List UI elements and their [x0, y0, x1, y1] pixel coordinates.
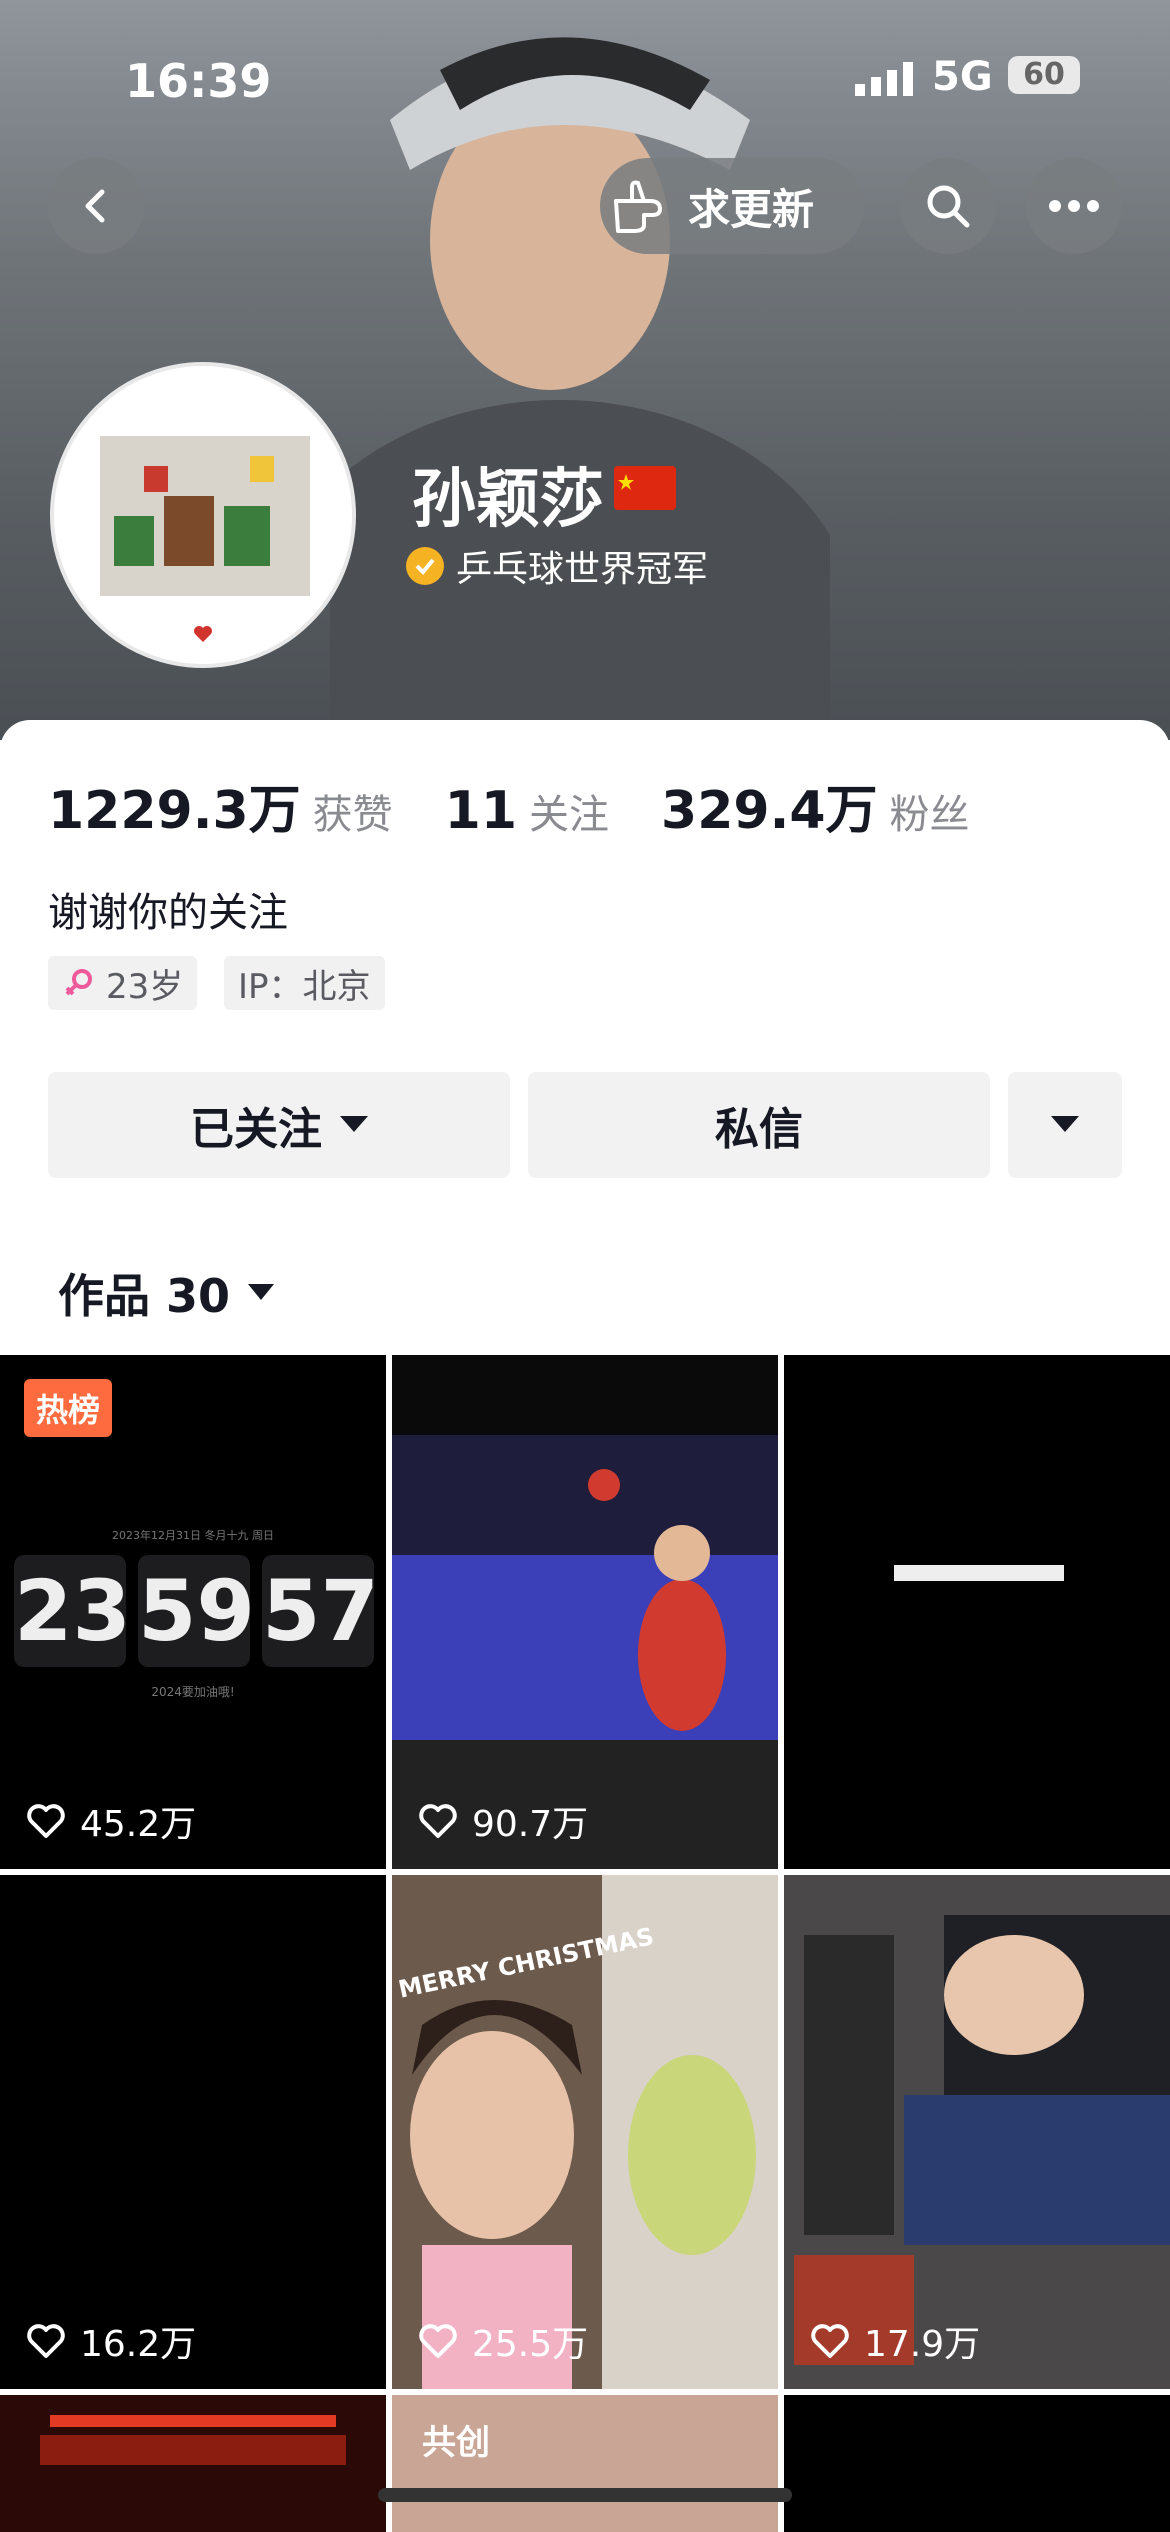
network-type: 5G — [932, 54, 993, 100]
verified-badge-icon — [406, 547, 444, 585]
video-item[interactable]: 90.7万 — [392, 1355, 778, 1869]
video-thumbnail — [894, 1565, 1064, 1581]
clock-minutes: 59 — [138, 1555, 255, 1667]
heart-outline-icon — [419, 1804, 457, 1838]
video-thumbnail — [40, 2415, 346, 2465]
follow-label: 已关注 — [190, 1104, 322, 1155]
works-label: 作品 30 — [58, 1269, 231, 1323]
search-button[interactable] — [900, 158, 996, 254]
home-indicator — [378, 2488, 792, 2502]
followers-count[interactable]: 329.4万 — [661, 768, 877, 843]
status-time: 16:39 — [125, 54, 272, 108]
following-label[interactable]: 关注 — [529, 782, 609, 840]
avatar[interactable] — [50, 362, 356, 668]
message-button[interactable]: 私信 — [528, 1072, 990, 1178]
cover-photo — [330, 37, 830, 740]
more-actions-button[interactable] — [1008, 1072, 1122, 1178]
video-date-text: 2023年12月31日 冬月十九 周日 — [112, 1529, 274, 1542]
video-item[interactable]: MERRY CHRISTMAS 25.5万 — [392, 1875, 778, 2389]
caret-down-icon — [340, 1116, 368, 1132]
works-tab[interactable]: 作品 30 — [58, 1260, 275, 1326]
request-update-label: 求更新 — [688, 184, 815, 234]
co-create-badge: 共创 — [422, 2423, 490, 2463]
video-caption: 2024要加油哦! — [151, 1685, 235, 1699]
follow-button[interactable]: 已关注 — [48, 1072, 510, 1178]
battery-icon: 60 — [1008, 56, 1080, 94]
back-button[interactable] — [48, 158, 144, 254]
likes-count: 1229.3万 — [48, 781, 301, 841]
ip-text: IP：北京 — [238, 966, 371, 1007]
like-count: 25.5万 — [418, 2315, 588, 2367]
chevron-left-icon — [85, 189, 105, 223]
female-icon — [65, 969, 92, 996]
video-item[interactable] — [784, 1355, 1170, 1869]
video-item[interactable]: 热榜 2023年12月31日 冬月十九 周日 23 59 57 2024要加油哦… — [0, 1355, 386, 1869]
video-item[interactable]: 17.9万 — [784, 1875, 1170, 2389]
ip-tag: IP：北京 — [224, 956, 385, 1010]
caret-down-icon — [1051, 1116, 1079, 1132]
video-item[interactable] — [0, 2395, 386, 2532]
heart-outline-icon — [27, 2324, 65, 2358]
age-tag: 23岁 — [48, 956, 198, 1010]
verified-title-text: 乒乓球世界冠军 — [456, 549, 709, 590]
status-bar: 16:39 5G 60 — [0, 48, 1170, 108]
hot-badge: 热榜 — [24, 1379, 113, 1437]
like-count: 17.9万 — [810, 2315, 980, 2367]
like-count: 16.2万 — [26, 2315, 196, 2367]
followers-label[interactable]: 粉丝 — [890, 782, 970, 840]
video-item[interactable]: 16.2万 — [0, 1875, 386, 2389]
heart-outline-icon — [419, 2324, 457, 2358]
clock-seconds: 57 — [262, 1555, 379, 1667]
video-thumbnail — [784, 1875, 1170, 2389]
likes-label: 获赞 — [312, 792, 393, 838]
request-update-button[interactable]: 求更新 — [600, 158, 864, 254]
clock-hours: 23 — [14, 1555, 131, 1667]
more-dots-icon — [1049, 200, 1099, 212]
heart-icon — [194, 626, 212, 642]
avatar-image — [100, 436, 310, 642]
china-flag-icon — [614, 466, 676, 510]
profile-stats: 1229.3万 获赞 11 关注 329.4万 粉丝 — [48, 768, 1022, 843]
like-count: 45.2万 — [26, 1795, 196, 1847]
profile-name: 孙颖莎 — [412, 463, 604, 537]
signal-icon — [855, 62, 913, 96]
profile-bio: 谢谢你的关注 — [48, 890, 288, 936]
verified-title: 乒乓球世界冠军 — [406, 540, 708, 592]
heart-outline-icon — [27, 1804, 65, 1838]
video-thumbnail — [392, 1355, 778, 1869]
video-item[interactable] — [784, 2395, 1170, 2532]
search-icon — [927, 185, 970, 228]
caret-down-icon — [248, 1284, 275, 1300]
following-count[interactable]: 11 — [445, 781, 517, 841]
video-item[interactable]: 共创 — [392, 2395, 778, 2532]
more-button[interactable] — [1026, 158, 1122, 254]
hand-point-icon — [614, 180, 662, 233]
heart-outline-icon — [811, 2324, 849, 2358]
message-label: 私信 — [715, 1104, 803, 1155]
like-count: 90.7万 — [418, 1795, 588, 1847]
age-text: 23岁 — [106, 966, 184, 1007]
